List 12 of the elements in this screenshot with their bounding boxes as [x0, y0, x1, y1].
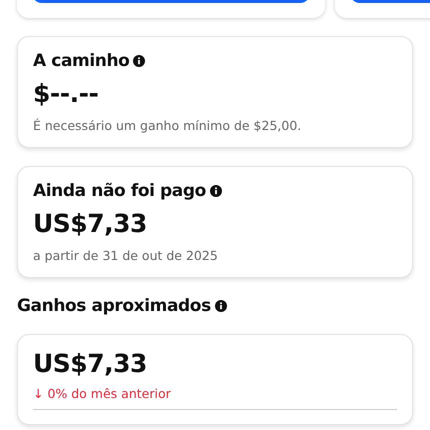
amount: US$7,33 [33, 349, 148, 378]
card-title: A caminho [33, 51, 130, 71]
note-text: É necessário um ganho mínimo de $25,00. [33, 118, 302, 133]
amount: US$7,33 [33, 209, 148, 238]
card-title: Ainda não foi pago [33, 181, 206, 201]
info-icon[interactable] [210, 185, 222, 197]
info-icon[interactable] [214, 300, 227, 312]
info-icon[interactable] [133, 55, 146, 67]
note-text: a partir de 31 de out de 2025 [33, 248, 219, 263]
section-title: Ganhos aproximados [17, 296, 211, 316]
change-text: ↓ 0% do mês anterior [33, 386, 172, 401]
amount: $--.-- [33, 79, 100, 108]
